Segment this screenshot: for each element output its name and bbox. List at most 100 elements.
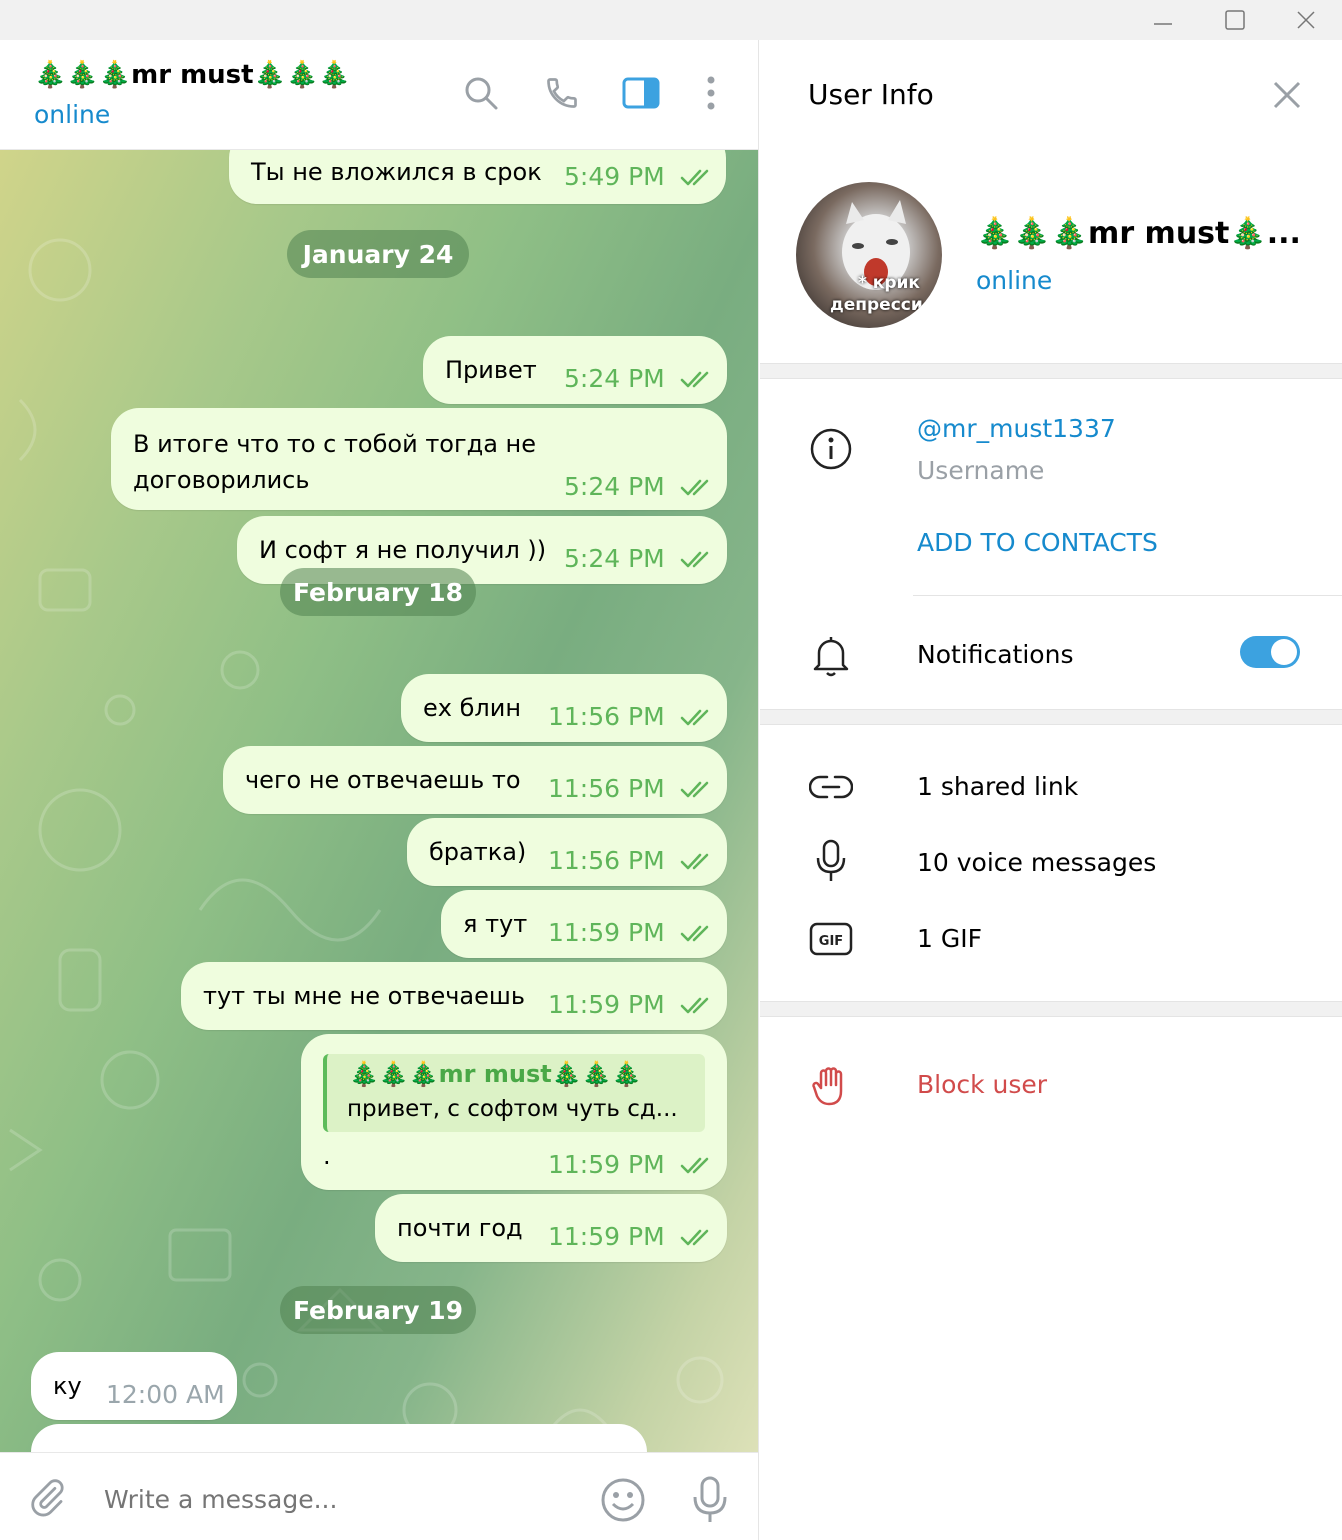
message-text: В итоге что то с тобой тогда не договорил… — [133, 430, 536, 494]
chat-panel: 🎄🎄🎄mr must🎄🎄🎄 online Ты не вложился в ср… — [0, 40, 759, 1540]
read-checkmarks-icon — [680, 922, 716, 942]
reply-text: привет, с софтом чуть сд... — [347, 1096, 678, 1122]
link-icon — [808, 764, 854, 810]
shared-links-item[interactable]: 1 shared link — [917, 772, 1078, 801]
divider — [760, 1001, 1342, 1017]
voice-messages-item[interactable]: 10 voice messages — [917, 848, 1156, 877]
more-vertical-icon[interactable] — [691, 73, 731, 113]
message-list[interactable]: Ты не вложился в срок 5:49 PM January 24 Пр… — [0, 150, 758, 1452]
emoji-icon[interactable] — [600, 1477, 646, 1523]
divider — [760, 363, 1342, 379]
outgoing-message[interactable]: Привет 5:24 PM — [423, 336, 727, 404]
read-checkmarks-icon — [680, 1154, 716, 1174]
username-label: Username — [917, 456, 1045, 485]
minimize-icon[interactable] — [1127, 0, 1199, 40]
read-checkmarks-icon — [680, 368, 716, 388]
read-checkmarks-icon — [680, 778, 716, 798]
date-separator: February 18 — [280, 568, 476, 616]
outgoing-message[interactable]: ех блин 11:56 PM — [401, 674, 727, 742]
outgoing-message[interactable]: В итоге что то с тобой тогда не договорил… — [111, 408, 727, 510]
panel-title: User Info — [808, 78, 934, 111]
profile-name: 🎄🎄🎄mr must🎄... — [976, 216, 1301, 251]
notifications-label: Notifications — [917, 640, 1074, 669]
outgoing-message[interactable]: 🎄🎄🎄mr must🎄🎄🎄 привет, с софтом чуть сд...… — [301, 1034, 727, 1190]
message-time: 11:59 PM — [548, 1222, 665, 1251]
profile-status: online — [976, 266, 1053, 295]
attach-icon[interactable] — [26, 1477, 68, 1519]
peer-name[interactable]: 🎄🎄🎄mr must🎄🎄🎄 — [34, 60, 351, 90]
message-text: соре, пока не могу заказ выполнить — [53, 1444, 514, 1452]
outgoing-message[interactable]: Ты не вложился в срок 5:49 PM — [229, 150, 726, 204]
username-link[interactable]: @mr_must1337 — [917, 414, 1116, 443]
notifications-toggle[interactable] — [1240, 636, 1300, 668]
message-time: 11:56 PM — [548, 846, 665, 875]
message-time: 11:56 PM — [548, 774, 665, 803]
incoming-message[interactable]: ку 12:00 AM — [31, 1352, 237, 1420]
composer — [0, 1452, 758, 1540]
chat-header[interactable]: 🎄🎄🎄mr must🎄🎄🎄 online — [0, 40, 758, 150]
message-time: 5:24 PM — [564, 472, 665, 501]
toggle-knob — [1271, 639, 1297, 665]
message-time: 12:00 AM — [106, 1380, 225, 1409]
outgoing-message[interactable]: тут ты мне не отвечаешь 11:59 PM — [181, 962, 727, 1030]
read-checkmarks-icon — [680, 994, 716, 1014]
message-text: я тут — [463, 910, 528, 938]
message-input[interactable] — [104, 1481, 564, 1517]
avatar-caption: * крик депресси — [830, 273, 923, 315]
reply-quote[interactable]: 🎄🎄🎄mr must🎄🎄🎄 привет, с софтом чуть сд... — [323, 1054, 705, 1132]
date-separator: January 24 — [287, 230, 469, 278]
outgoing-message[interactable]: я тут 11:59 PM — [441, 890, 727, 958]
message-text: Ты не вложился в срок — [251, 158, 542, 186]
read-checkmarks-icon — [680, 476, 716, 496]
close-icon[interactable] — [1270, 0, 1342, 40]
divider — [913, 595, 1342, 596]
message-time: 5:24 PM — [564, 364, 665, 393]
block-user-button[interactable]: Block user — [917, 1070, 1047, 1099]
microphone-icon[interactable] — [690, 1475, 730, 1525]
read-checkmarks-icon — [680, 548, 716, 568]
incoming-message[interactable]: соре, пока не могу заказ выполнить12:00 … — [31, 1424, 647, 1452]
message-time: 11:59 PM — [548, 1150, 665, 1179]
svg-text:GIF: GIF — [819, 934, 843, 949]
gif-icon: GIF — [808, 916, 854, 962]
read-checkmarks-icon — [680, 1226, 716, 1246]
message-text: . — [323, 1142, 331, 1170]
phone-icon[interactable] — [542, 73, 582, 113]
info-icon — [808, 426, 854, 472]
message-time: 11:59 PM — [548, 990, 665, 1019]
read-checkmarks-icon — [680, 850, 716, 870]
message-text: И софт я не получил )) — [259, 536, 547, 564]
message-text: почти год — [397, 1214, 523, 1242]
message-text: братка) — [429, 838, 527, 866]
date-separator: February 19 — [280, 1286, 476, 1334]
avatar[interactable]: * крик депресси — [796, 182, 942, 328]
message-time: 5:24 PM — [564, 544, 665, 573]
outgoing-message[interactable]: чего не отвечаешь то 11:56 PM — [223, 746, 727, 814]
message-text: тут ты мне не отвечаешь — [203, 982, 525, 1010]
gifs-item[interactable]: 1 GIF — [917, 924, 982, 953]
peer-status: online — [34, 100, 111, 129]
user-info-panel: User Info * крик депресси 🎄🎄🎄mr must🎄...… — [760, 40, 1342, 1540]
maximize-icon[interactable] — [1199, 0, 1271, 40]
message-time: 11:56 PM — [548, 702, 665, 731]
search-icon[interactable] — [461, 73, 501, 113]
close-icon[interactable] — [1272, 80, 1306, 114]
sidebar-toggle-icon[interactable] — [621, 73, 661, 113]
outgoing-message[interactable]: братка) 11:56 PM — [407, 818, 727, 886]
message-text: ку — [53, 1372, 82, 1400]
outgoing-message[interactable]: почти год 11:59 PM — [375, 1194, 727, 1262]
message-text: Привет — [445, 356, 537, 384]
add-to-contacts-button[interactable]: ADD TO CONTACTS — [917, 528, 1158, 557]
window-titlebar — [0, 0, 1342, 40]
message-time: 11:59 PM — [548, 918, 665, 947]
message-text: ех блин — [423, 694, 522, 722]
reply-author: 🎄🎄🎄mr must🎄🎄🎄 — [349, 1060, 642, 1088]
divider — [760, 709, 1342, 725]
message-text: чего не отвечаешь то — [245, 766, 521, 794]
block-hand-icon — [808, 1062, 854, 1108]
read-checkmarks-icon — [680, 166, 716, 186]
microphone-icon — [808, 838, 854, 884]
read-checkmarks-icon — [680, 706, 716, 726]
message-time: 5:49 PM — [564, 162, 665, 191]
bell-icon — [808, 632, 854, 678]
